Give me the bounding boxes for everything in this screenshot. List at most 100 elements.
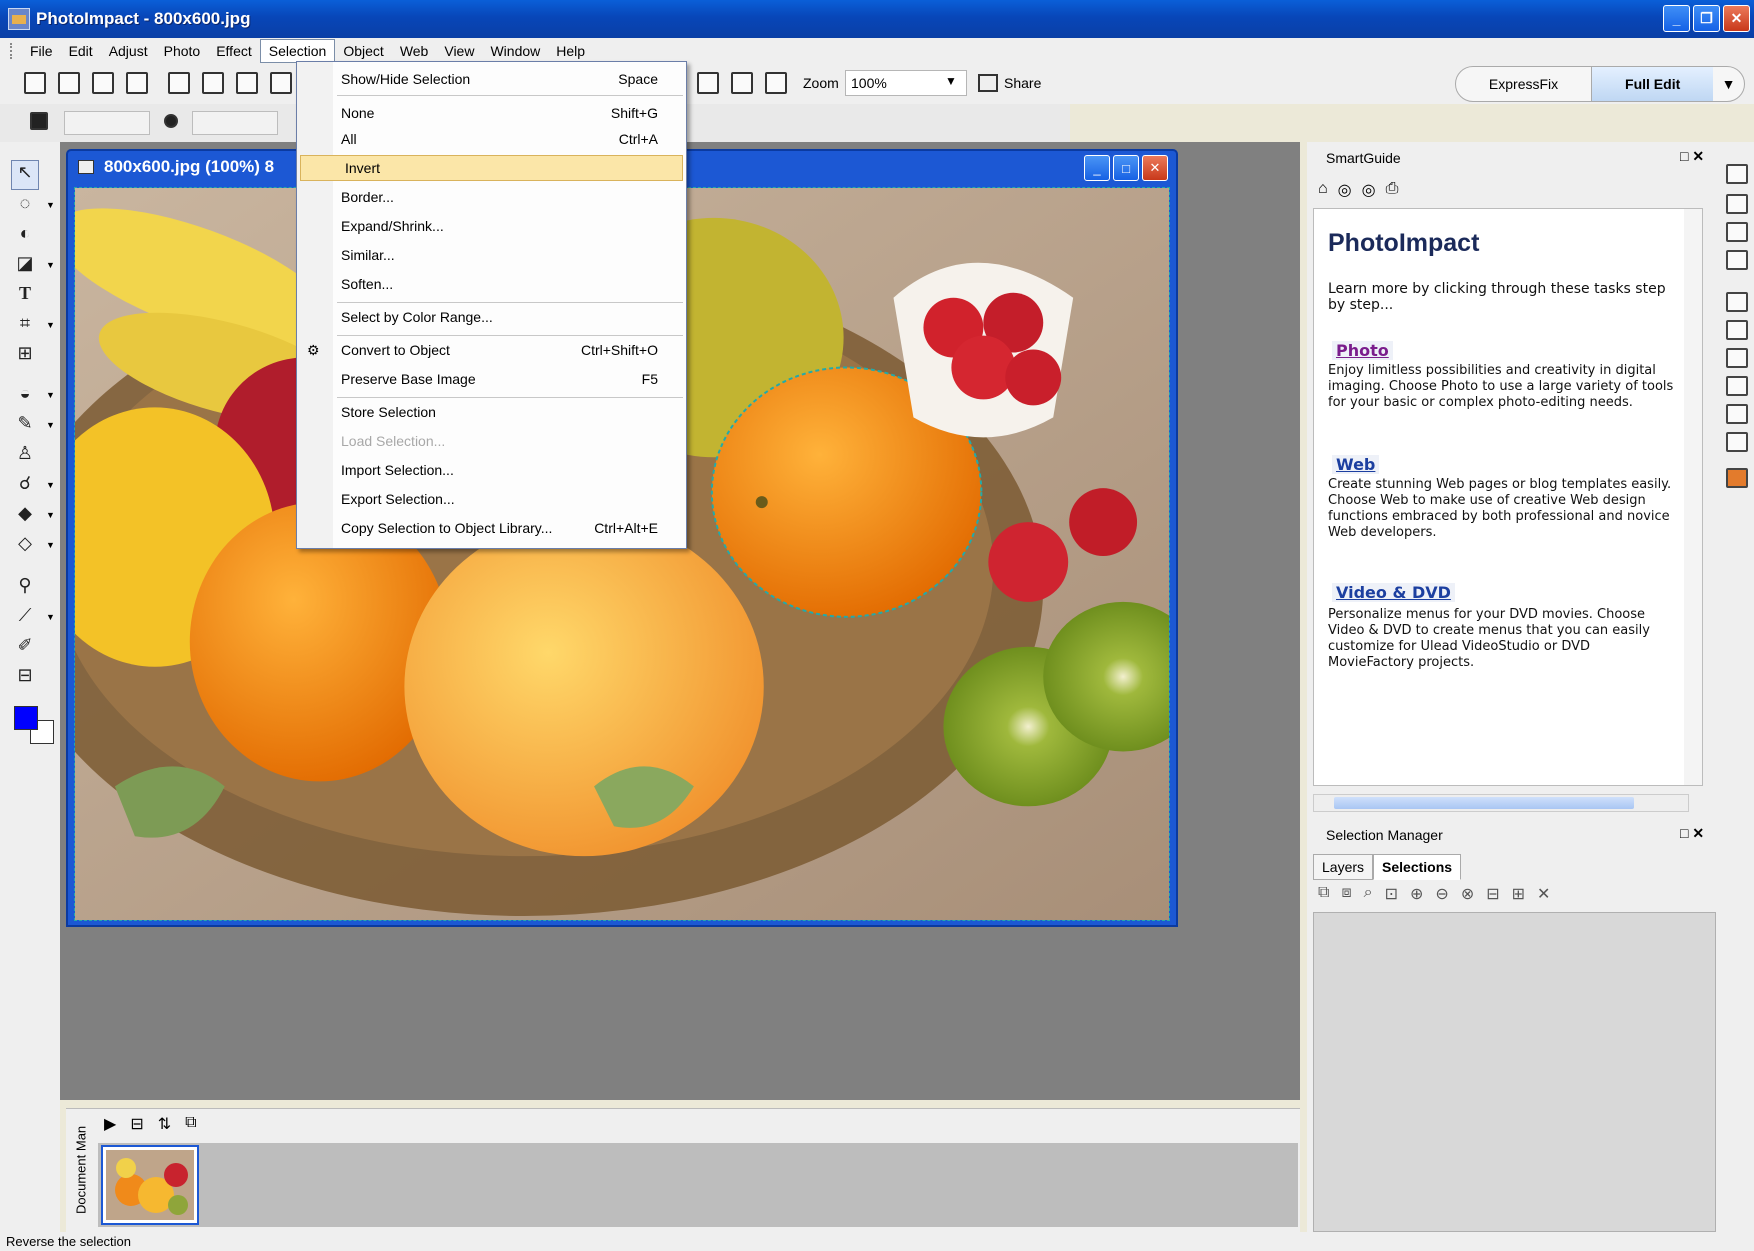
menu-file[interactable]: File — [22, 40, 61, 62]
caret-icon[interactable]: ▼ — [46, 420, 55, 430]
home-icon[interactable]: ⌂ — [1318, 180, 1328, 200]
measure-tool-icon[interactable]: ⊟ — [14, 664, 36, 686]
menu-similar[interactable]: Similar... — [297, 242, 686, 268]
transparency-spinner[interactable] — [192, 111, 278, 135]
scroll-thumb[interactable] — [1334, 797, 1634, 809]
intersect-icon[interactable]: ⊗ — [1461, 884, 1474, 904]
menu-copy-selection-to-object-library[interactable]: Copy Selection to Object Library... Ctrl+… — [297, 515, 686, 541]
transform-tool-icon[interactable]: ⊞ — [14, 342, 36, 364]
preview-icon[interactable] — [765, 72, 787, 94]
copy-icon[interactable]: ⧉ — [185, 1114, 196, 1134]
camera-icon[interactable] — [697, 72, 719, 94]
smartguide-horizontal-scrollbar[interactable] — [1313, 794, 1689, 812]
menu-none[interactable]: None Shift+G — [297, 100, 686, 126]
eraser-tool-icon[interactable]: ◐ — [14, 222, 36, 244]
caret-icon[interactable]: ▼ — [46, 390, 55, 400]
image-panel-icon[interactable] — [1726, 404, 1748, 424]
copy-panel-icon[interactable] — [1726, 250, 1748, 270]
play-icon[interactable]: ▶ — [104, 1114, 116, 1134]
menu-border[interactable]: Border... — [297, 184, 686, 210]
image-close-button[interactable]: ✕ — [1142, 155, 1168, 181]
caret-icon[interactable]: ▼ — [46, 540, 55, 550]
size-spinner[interactable] — [64, 111, 150, 135]
restore-button[interactable]: ❐ — [1693, 5, 1720, 32]
sort-icon[interactable]: ⇅ — [158, 1114, 171, 1134]
menu-all[interactable]: All Ctrl+A — [297, 126, 686, 152]
bucket-icon[interactable]: ◇ — [14, 532, 36, 554]
new-file-icon[interactable] — [24, 72, 46, 94]
panel-close-icon[interactable]: □ ✕ — [1680, 148, 1704, 165]
minimize-button[interactable]: _ — [1663, 5, 1690, 32]
magic-wand-icon[interactable] — [731, 72, 753, 94]
palette-icon[interactable] — [1726, 468, 1748, 488]
pen-tool-icon[interactable]: ✐ — [14, 634, 36, 656]
open-folder-icon[interactable] — [92, 72, 114, 94]
eyedropper-icon[interactable]: ⟋ — [14, 604, 36, 626]
menu-preserve-base-image[interactable]: Preserve Base Image F5 — [297, 366, 686, 392]
forward-icon[interactable]: ◎ — [1362, 180, 1376, 200]
menu-show-hide-selection[interactable]: Show/Hide Selection Space — [297, 66, 686, 92]
subtract-icon[interactable]: ⊖ — [1435, 884, 1448, 904]
tab-layers[interactable]: Layers — [1313, 854, 1374, 880]
lasso-tool-icon[interactable]: ◌ — [14, 192, 36, 214]
web-link[interactable]: Web — [1332, 455, 1380, 474]
expressfix-button[interactable]: ExpressFix — [1456, 67, 1593, 101]
calculator-icon[interactable] — [202, 72, 224, 94]
close-button[interactable]: ✕ — [1723, 5, 1750, 32]
copy-icon[interactable]: ⧉ — [1318, 884, 1329, 904]
fill-tool-icon[interactable]: ◪ — [14, 252, 36, 274]
menu-view[interactable]: View — [436, 40, 482, 62]
layer-panel-icon[interactable] — [1726, 194, 1748, 214]
menu-convert-to-object[interactable]: ⚙ Convert to Object Ctrl+Shift+O — [297, 337, 686, 363]
menu-select-by-color-range[interactable]: Select by Color Range... — [297, 304, 686, 330]
crop-tool-icon[interactable]: ⌗ — [14, 312, 36, 334]
text-tool-icon[interactable]: T — [14, 282, 36, 304]
menu-invert[interactable]: Invert — [300, 155, 683, 181]
menu-object[interactable]: Object — [335, 40, 391, 62]
back-icon[interactable]: ◎ — [1338, 180, 1352, 200]
menu-expand-shrink[interactable]: Expand/Shrink... — [297, 213, 686, 239]
full-edit-button[interactable]: Full Edit — [1592, 67, 1714, 101]
view-icon[interactable]: ⊟ — [130, 1114, 143, 1134]
find-icon[interactable]: ⌕ — [1364, 884, 1373, 904]
print-icon[interactable]: ⎙ — [1386, 180, 1399, 200]
play-panel-icon[interactable] — [1726, 348, 1748, 368]
menu-soften[interactable]: Soften... — [297, 271, 686, 297]
menu-store-selection[interactable]: Store Selection — [297, 399, 686, 425]
gallery-panel-icon[interactable] — [1726, 376, 1748, 396]
share-button[interactable]: Share — [978, 70, 1041, 92]
caret-icon[interactable]: ▼ — [46, 320, 55, 330]
new-from-template-icon[interactable] — [58, 72, 80, 94]
app-icon[interactable] — [8, 8, 30, 30]
scan-icon[interactable] — [270, 72, 292, 94]
email-icon[interactable] — [236, 72, 258, 94]
help-panel-icon[interactable] — [1726, 432, 1748, 452]
caret-icon[interactable]: ▼ — [46, 480, 55, 490]
stamp-tool-icon[interactable]: ♙ — [14, 442, 36, 464]
shape-icon[interactable] — [30, 112, 48, 130]
save-icon[interactable] — [126, 72, 148, 94]
zoom-tool-icon[interactable]: ⚲ — [14, 574, 36, 596]
foreground-color-swatch[interactable] — [14, 706, 38, 730]
paste-icon[interactable]: ⧈ — [1341, 884, 1351, 904]
video-dvd-link[interactable]: Video & DVD — [1332, 583, 1455, 602]
document-thumbnail[interactable] — [101, 1145, 199, 1225]
caret-icon[interactable]: ▼ — [46, 200, 55, 210]
brush-tool-icon[interactable]: ✎ — [14, 412, 36, 434]
menu-adjust[interactable]: Adjust — [101, 40, 156, 62]
image-maximize-button[interactable]: □ — [1113, 155, 1139, 181]
window-panel-icon[interactable] — [1726, 292, 1748, 312]
menu-web[interactable]: Web — [392, 40, 437, 62]
chevron-down-icon[interactable]: ▼ — [945, 74, 957, 88]
circle-shape-icon[interactable] — [164, 114, 178, 128]
menu-effect[interactable]: Effect — [208, 40, 260, 62]
caret-icon[interactable]: ▼ — [46, 260, 55, 270]
menu-photo[interactable]: Photo — [156, 40, 209, 62]
delete-icon[interactable]: ✕ — [1537, 884, 1550, 904]
add-icon[interactable]: ⊕ — [1410, 884, 1423, 904]
store-icon[interactable]: ⊟ — [1486, 884, 1499, 904]
menu-edit[interactable]: Edit — [61, 40, 101, 62]
panel-close-icon[interactable]: □ ✕ — [1680, 825, 1704, 842]
menu-export-selection[interactable]: Export Selection... — [297, 486, 686, 512]
caret-icon[interactable]: ▼ — [46, 612, 55, 622]
